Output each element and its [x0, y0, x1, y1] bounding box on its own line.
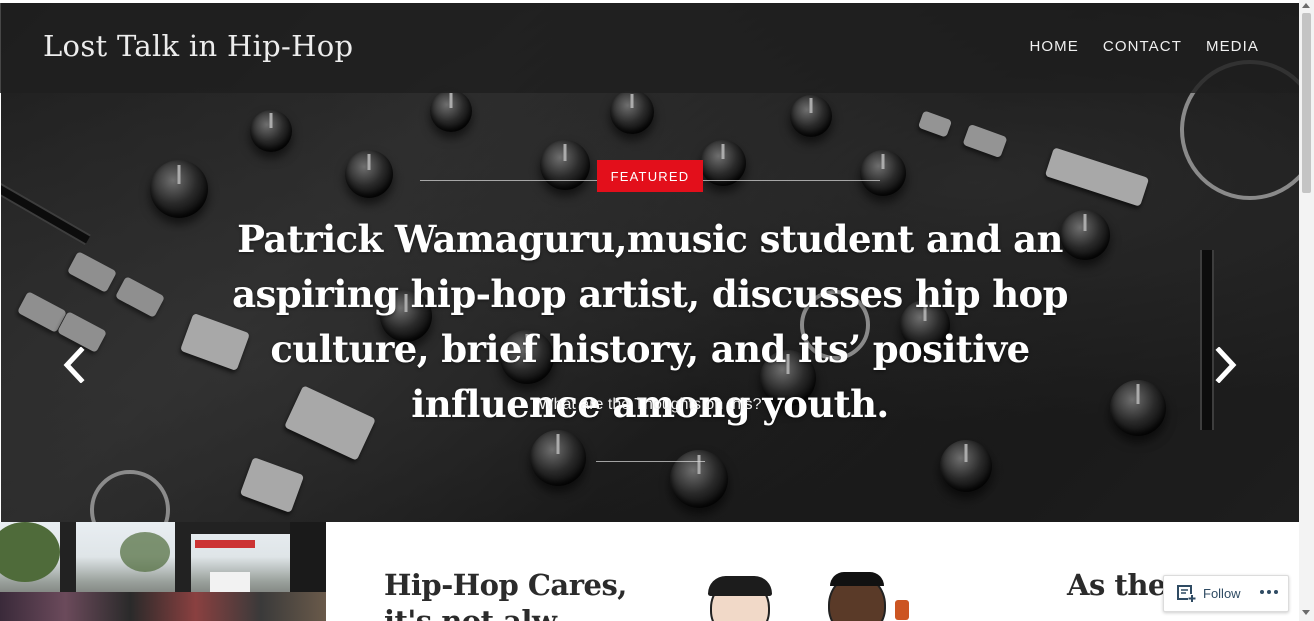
main-nav: HOME CONTACT MEDIA [1029, 38, 1259, 55]
scroll-up-arrow-icon[interactable] [1302, 3, 1310, 8]
site-title[interactable]: Lost Talk in Hip-Hop [43, 29, 353, 63]
more-dots-icon[interactable] [1260, 590, 1278, 594]
slider-prev-button[interactable] [54, 340, 94, 390]
follow-label: Follow [1203, 586, 1241, 601]
chevron-right-icon [1215, 347, 1237, 383]
post-title[interactable]: Hip-Hop Cares, it's not alw [384, 567, 644, 621]
chevron-left-icon [63, 347, 85, 383]
post-thumbnail[interactable] [0, 522, 326, 621]
scroll-down-arrow-icon[interactable] [1302, 610, 1310, 615]
post-illustration[interactable] [700, 570, 960, 621]
nav-item-media[interactable]: MEDIA [1206, 38, 1259, 55]
follow-button[interactable]: Follow [1177, 584, 1241, 603]
follow-reader-icon [1177, 584, 1196, 602]
featured-badge[interactable]: FEATURED [597, 160, 703, 192]
excerpt-divider [596, 461, 705, 462]
nav-item-home[interactable]: HOME [1029, 38, 1078, 55]
slider-next-button[interactable] [1206, 340, 1246, 390]
scrollbar-thumb[interactable] [1302, 13, 1311, 193]
nav-item-contact[interactable]: CONTACT [1103, 38, 1182, 55]
featured-hero: Lost Talk in Hip-Hop HOME CONTACT MEDIA … [0, 0, 1299, 522]
featured-post-excerpt: What are the Thoughts on this? [538, 396, 762, 413]
scrollbar[interactable] [1299, 0, 1314, 621]
site-header: Lost Talk in Hip-Hop HOME CONTACT MEDIA [0, 3, 1299, 93]
follow-bar: Follow [1163, 575, 1289, 612]
